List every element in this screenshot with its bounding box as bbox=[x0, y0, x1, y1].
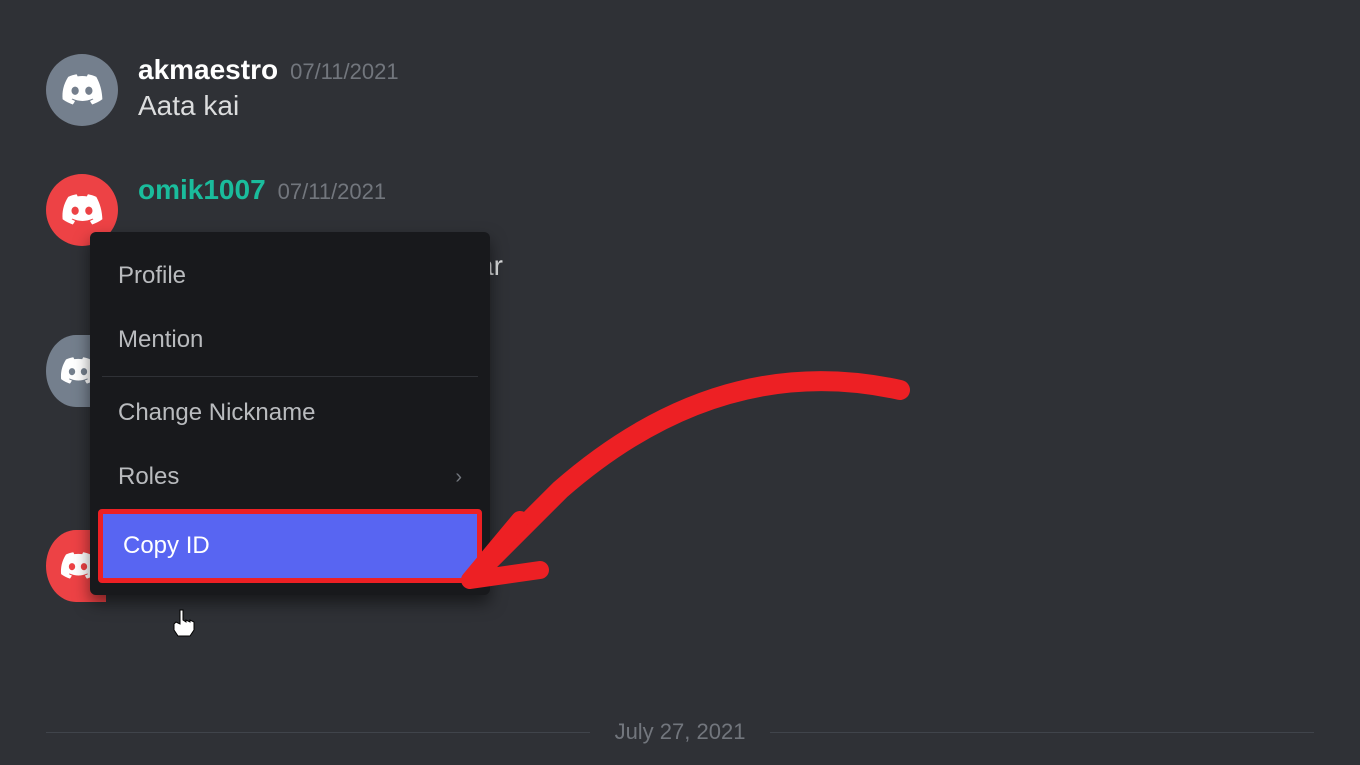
menu-item-label: Change Nickname bbox=[118, 399, 315, 427]
discord-logo-icon bbox=[61, 194, 103, 226]
date-divider-label: July 27, 2021 bbox=[615, 719, 746, 744]
avatar[interactable] bbox=[46, 54, 118, 126]
username[interactable]: akmaestro bbox=[138, 54, 278, 86]
message-text: Aata kai bbox=[138, 90, 1360, 122]
menu-divider bbox=[102, 376, 478, 377]
context-menu: Profile Mention Change Nickname Roles › … bbox=[90, 232, 490, 595]
menu-item-roles[interactable]: Roles › bbox=[90, 445, 490, 509]
message-content: akmaestro 07/11/2021 Aata kai bbox=[138, 54, 1360, 126]
timestamp: 07/11/2021 bbox=[278, 179, 386, 205]
menu-item-label: Roles bbox=[118, 463, 179, 491]
message-row: akmaestro 07/11/2021 Aata kai bbox=[0, 50, 1360, 130]
message-header: akmaestro 07/11/2021 bbox=[138, 54, 1360, 86]
username[interactable]: omik1007 bbox=[138, 174, 266, 206]
menu-item-label: Profile bbox=[118, 262, 186, 290]
menu-item-label: Mention bbox=[118, 326, 203, 354]
message-header: omik1007 07/11/2021 bbox=[138, 174, 1360, 206]
timestamp: 07/11/2021 bbox=[290, 59, 398, 85]
menu-item-label: Copy ID bbox=[123, 532, 210, 560]
menu-item-copy-id[interactable]: Copy ID bbox=[98, 509, 482, 583]
annotation-arrow-icon bbox=[440, 370, 920, 610]
menu-item-mention[interactable]: Mention bbox=[90, 308, 490, 372]
chat-area: akmaestro 07/11/2021 Aata kai omik1007 0… bbox=[0, 0, 1360, 250]
menu-item-profile[interactable]: Profile bbox=[90, 244, 490, 308]
date-divider: July 27, 2021 bbox=[0, 719, 1360, 745]
chevron-right-icon: › bbox=[455, 466, 462, 489]
discord-logo-icon bbox=[61, 74, 103, 106]
cursor-pointer-icon bbox=[170, 608, 198, 640]
menu-item-change-nickname[interactable]: Change Nickname bbox=[90, 381, 490, 445]
